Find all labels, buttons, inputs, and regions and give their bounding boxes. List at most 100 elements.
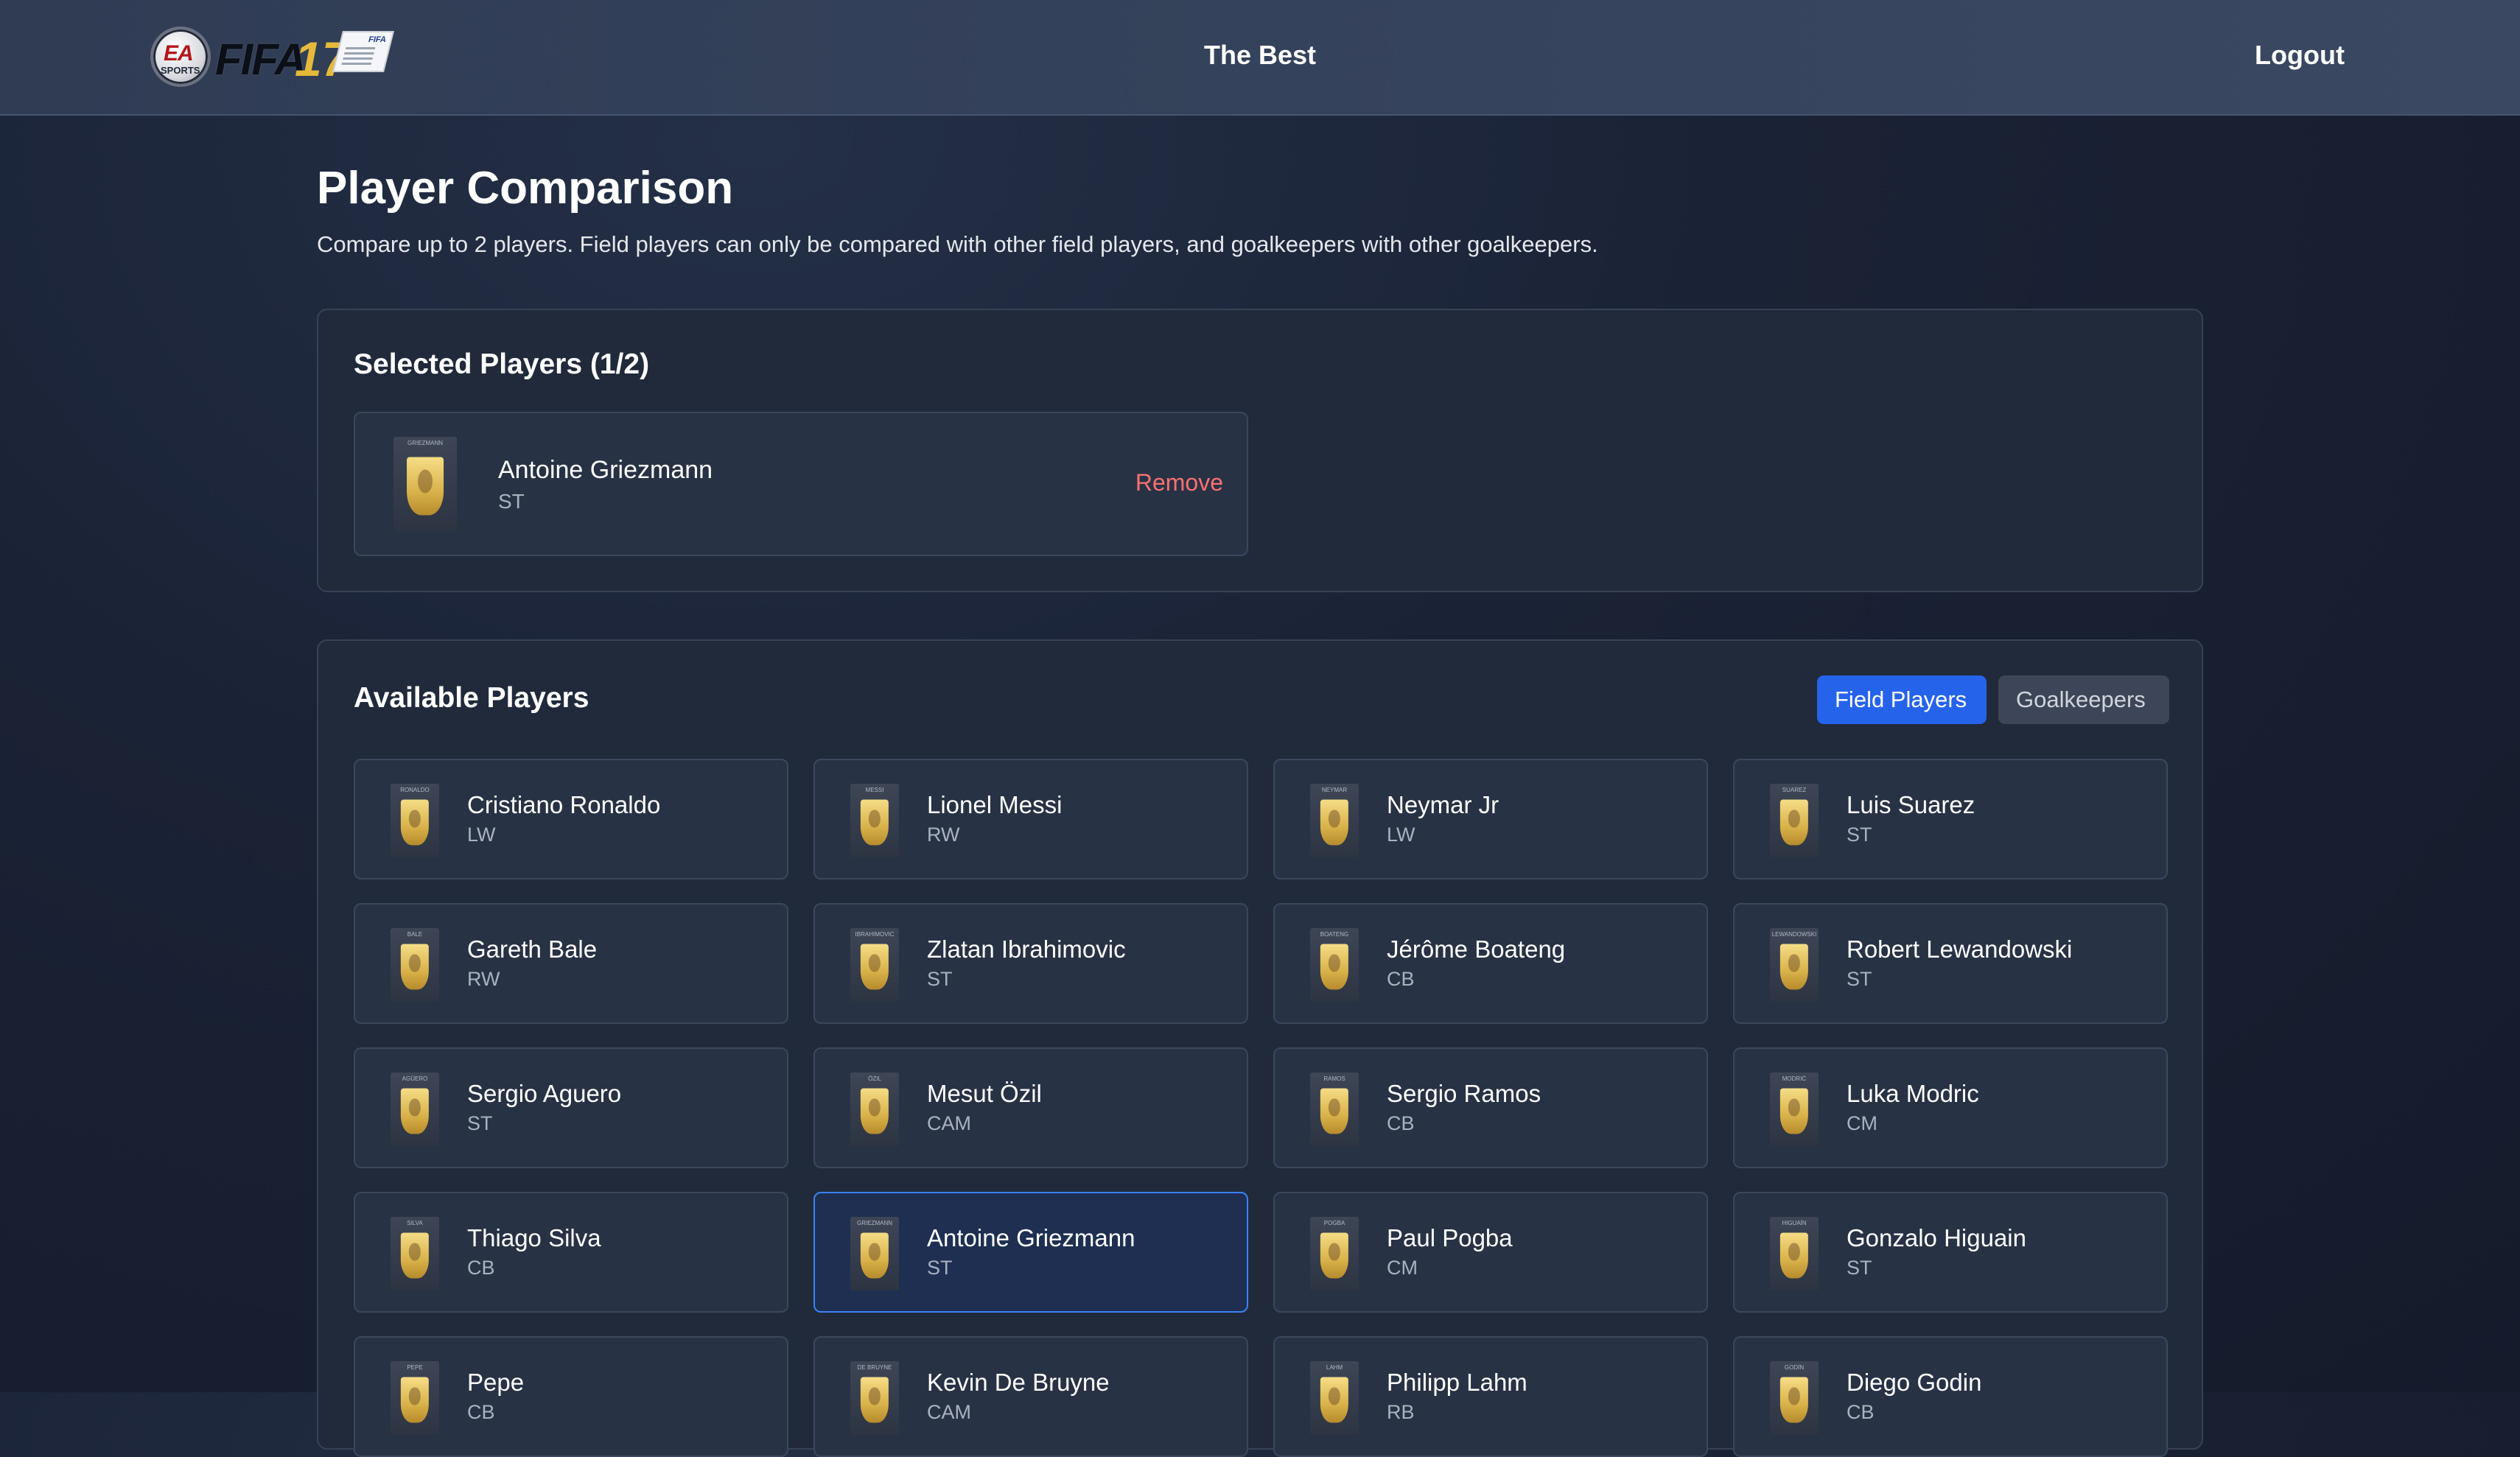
player-card-tag: GRIEZMANN <box>857 1220 892 1226</box>
player-card-image: DE BRUYNE <box>850 1361 899 1435</box>
player-card-shield-icon <box>1320 1088 1349 1134</box>
player-card[interactable]: POGBA Paul Pogba CM <box>1273 1192 1708 1313</box>
player-card[interactable]: BALE Gareth Bale RW <box>354 903 788 1024</box>
player-position: CB <box>467 1401 495 1423</box>
player-name: Sergio Aguero <box>467 1080 622 1107</box>
player-position: CM <box>1847 1112 1877 1134</box>
player-card-tag: SUAREZ <box>1782 787 1807 793</box>
player-position: RW <box>467 968 500 990</box>
player-card-shield-icon <box>1779 944 1809 990</box>
player-card-image: MODRIĆ <box>1770 1072 1819 1146</box>
player-card-tag: RONALDO <box>400 787 430 793</box>
player-position: RW <box>927 824 960 846</box>
player-card-tag: DE BRUYNE <box>857 1364 892 1371</box>
available-players-panel: Available Players Field Players Goalkeep… <box>317 639 2203 1457</box>
top-navigation-bar: EA SPORTS FIFA 17 FIFA The Best Logout <box>0 0 2520 116</box>
fifa-badge-label: FIFA <box>367 35 388 44</box>
player-card-tag: IBRAHIMOVIC <box>855 931 895 938</box>
player-card[interactable]: SILVA Thiago Silva CB <box>354 1192 788 1313</box>
nav-link-the-best[interactable]: The Best <box>1149 40 1371 71</box>
player-card-tag: ÖZIL <box>868 1075 881 1082</box>
ea-sports-logo-icon: EA SPORTS <box>150 27 211 87</box>
player-position: ST <box>927 968 953 990</box>
player-card-tag: SILVA <box>407 1220 423 1226</box>
player-card[interactable]: ÖZIL Mesut Özil CAM <box>813 1047 1248 1168</box>
player-name: Neymar Jr <box>1387 791 1499 818</box>
selected-players-heading: Selected Players (1/2) <box>354 348 650 380</box>
available-players-heading: Available Players <box>354 682 589 714</box>
player-card-tag: LEWANDOWSKI <box>1771 931 1817 938</box>
tab-goalkeepers[interactable]: Goalkeepers <box>1998 675 2169 724</box>
player-card-tag: AGÜERO <box>402 1075 428 1082</box>
player-position: ST <box>1847 968 1872 990</box>
player-card[interactable]: SUAREZ Luis Suarez ST <box>1733 759 2168 880</box>
tab-field-players[interactable]: Field Players <box>1817 675 1987 724</box>
player-card[interactable]: NEYMAR Neymar Jr LW <box>1273 759 1708 880</box>
player-card-image: MESSI <box>850 784 899 857</box>
player-card[interactable]: BOATENG Jérôme Boateng CB <box>1273 903 1708 1024</box>
player-card-shield-icon <box>860 944 889 990</box>
player-card[interactable]: IBRAHIMOVIC Zlatan Ibrahimovic ST <box>813 903 1248 1024</box>
page-title: Player Comparison <box>317 163 734 214</box>
player-name: Philipp Lahm <box>1387 1369 1527 1396</box>
sports-logo-text: SPORTS <box>161 65 200 76</box>
fifa17-logo[interactable]: EA SPORTS FIFA 17 FIFA <box>150 25 394 88</box>
player-card-tag: GRIEZMANN <box>407 440 443 446</box>
player-card-tag: RAMOS <box>1323 1075 1345 1082</box>
player-position: ST <box>1847 1257 1872 1279</box>
player-card[interactable]: RONALDO Cristiano Ronaldo LW <box>354 759 788 880</box>
selected-player-position: ST <box>498 490 525 513</box>
player-name: Gonzalo Higuain <box>1847 1224 2026 1251</box>
player-card-shield-icon <box>400 1232 430 1279</box>
player-position: CB <box>1387 1112 1415 1134</box>
player-card[interactable]: LAHM Philipp Lahm RB <box>1273 1336 1708 1457</box>
player-position: CB <box>1847 1401 1875 1423</box>
player-card-shield-icon <box>860 1088 889 1134</box>
player-position: CM <box>1387 1257 1418 1279</box>
player-card[interactable]: PEPE Pepe CB <box>354 1336 788 1457</box>
player-card-shield-icon <box>1320 1232 1349 1279</box>
ea-logo-text: EA <box>164 41 194 66</box>
player-card-shield-icon <box>400 944 430 990</box>
player-card[interactable]: MESSI Lionel Messi RW <box>813 759 1248 880</box>
player-name: Thiago Silva <box>467 1224 601 1251</box>
player-name: Luka Modric <box>1847 1080 1979 1107</box>
player-position: ST <box>467 1112 493 1134</box>
player-card[interactable]: RAMOS Sergio Ramos CB <box>1273 1047 1708 1168</box>
player-card-image: NEYMAR <box>1310 784 1359 857</box>
fifa-badge-lines <box>341 47 376 66</box>
player-card-shield-icon <box>860 799 889 846</box>
player-card[interactable]: DE BRUYNE Kevin De Bruyne CAM <box>813 1336 1248 1457</box>
remove-player-button[interactable]: Remove <box>1135 469 1223 496</box>
logout-button[interactable]: Logout <box>2255 40 2345 71</box>
player-card-tag: PEPE <box>407 1364 423 1371</box>
player-card[interactable]: GODÍN Diego Godin CB <box>1733 1336 2168 1457</box>
player-card-tag: POGBA <box>1323 1220 1345 1226</box>
fifa-wordmark: FIFA <box>215 35 307 84</box>
player-name: Luis Suarez <box>1847 791 1975 818</box>
player-position: CAM <box>927 1112 971 1134</box>
player-card-shield-icon <box>860 1232 889 1279</box>
player-card-tag: MODRIĆ <box>1782 1075 1807 1082</box>
player-card-image: LAHM <box>1310 1361 1359 1435</box>
player-card-tag: MESSI <box>865 787 884 793</box>
player-position: RB <box>1387 1401 1415 1423</box>
player-card-image: AGÜERO <box>391 1072 439 1146</box>
player-card[interactable]: LEWANDOWSKI Robert Lewandowski ST <box>1733 903 2168 1024</box>
player-card[interactable]: GRIEZMANN Antoine Griezmann ST <box>813 1192 1248 1313</box>
player-name: Gareth Bale <box>467 935 598 963</box>
player-card[interactable]: AGÜERO Sergio Aguero ST <box>354 1047 788 1168</box>
player-card-image: GRIEZMANN <box>393 437 457 531</box>
player-card-image: RONALDO <box>391 784 439 857</box>
player-name: Paul Pogba <box>1387 1224 1513 1251</box>
player-position: ST <box>1847 824 1872 846</box>
player-card-image: LEWANDOWSKI <box>1770 928 1819 1002</box>
player-card-shield-icon <box>860 1377 889 1423</box>
selected-player-card: GRIEZMANN Antoine Griezmann ST Remove <box>354 412 1248 556</box>
player-card-image: GODÍN <box>1770 1361 1819 1435</box>
selected-player-name: Antoine Griezmann <box>498 456 713 484</box>
player-card[interactable]: MODRIĆ Luka Modric CM <box>1733 1047 2168 1168</box>
player-name: Kevin De Bruyne <box>927 1369 1110 1396</box>
player-card[interactable]: HIGUAÍN Gonzalo Higuain ST <box>1733 1192 2168 1313</box>
player-name: Pepe <box>467 1369 525 1396</box>
